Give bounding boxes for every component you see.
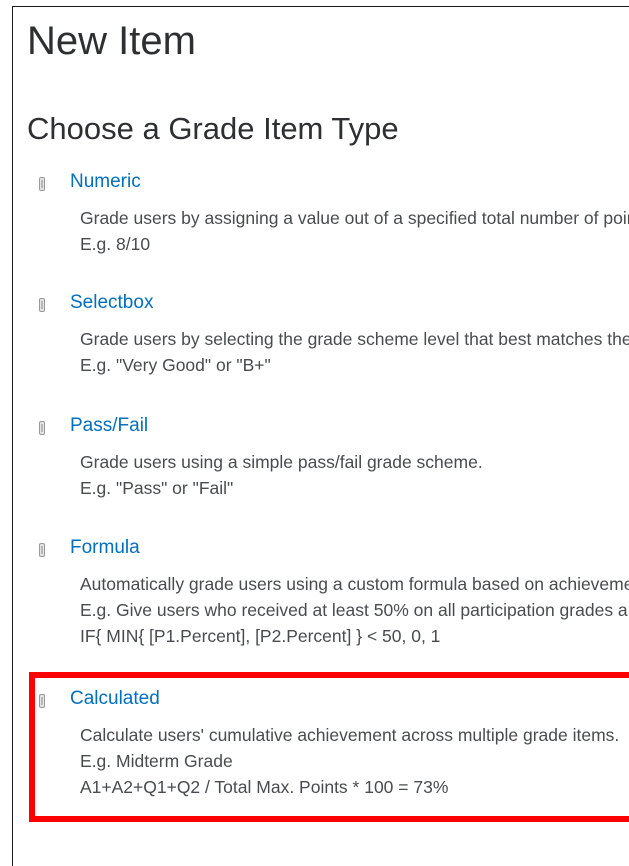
page-title: New Item (27, 19, 196, 63)
description-line: Grade users by selecting the grade schem… (80, 329, 629, 349)
grade-type-description: Calculate users' cumulative achievement … (80, 722, 629, 800)
formula-example-line: IF{ MIN{ [P1.Percent], [P2.Percent] } < … (80, 626, 441, 646)
content-frame: New Item Choose a Grade Item Type Numeri… (12, 6, 629, 866)
grade-type-header: Calculated (39, 688, 629, 714)
selectbox-link[interactable]: Selectbox (70, 292, 153, 314)
description-line: Calculate users' cumulative achievement … (80, 725, 620, 745)
grade-type-description: Grade users using a simple pass/fail gra… (80, 449, 629, 501)
pass-fail-link[interactable]: Pass/Fail (70, 415, 148, 437)
description-line: Automatically grade users using a custom… (80, 574, 629, 594)
description-line: Grade users by assigning a value out of … (80, 208, 629, 228)
description-line: Grade users using a simple pass/fail gra… (80, 452, 483, 472)
section-title: Choose a Grade Item Type (27, 111, 399, 146)
example-line: E.g. "Pass" or "Fail" (80, 478, 234, 498)
grade-type-pass-fail: Pass/Fail Grade users using a simple pas… (39, 415, 629, 501)
grade-type-description: Automatically grade users using a custom… (80, 571, 629, 649)
drag-handle-icon (39, 543, 45, 557)
example-line: E.g. Give users who received at least 50… (80, 600, 629, 620)
drag-handle-icon (39, 298, 45, 312)
formula-example-line: A1+A2+Q1+Q2 / Total Max. Points * 100 = … (80, 777, 449, 797)
calculated-link[interactable]: Calculated (70, 688, 160, 710)
grade-type-description: Grade users by selecting the grade schem… (80, 326, 629, 378)
grade-type-formula: Formula Automatically grade users using … (39, 537, 629, 649)
formula-link[interactable]: Formula (70, 537, 140, 559)
numeric-link[interactable]: Numeric (70, 171, 141, 193)
grade-type-numeric: Numeric Grade users by assigning a value… (39, 171, 629, 257)
grade-type-selectbox: Selectbox Grade users by selecting the g… (39, 292, 629, 378)
example-line: E.g. Midterm Grade (80, 751, 233, 771)
example-line: E.g. "Very Good" or "B+" (80, 355, 271, 375)
grade-type-calculated: Calculated Calculate users' cumulative a… (39, 688, 629, 800)
grade-type-description: Grade users by assigning a value out of … (80, 205, 629, 257)
drag-handle-icon (39, 694, 45, 708)
grade-type-header: Pass/Fail (39, 415, 629, 441)
drag-handle-icon (39, 177, 45, 191)
grade-type-header: Numeric (39, 171, 629, 197)
grade-type-header: Selectbox (39, 292, 629, 318)
drag-handle-icon (39, 421, 45, 435)
grade-type-header: Formula (39, 537, 629, 563)
example-line: E.g. 8/10 (80, 234, 151, 254)
